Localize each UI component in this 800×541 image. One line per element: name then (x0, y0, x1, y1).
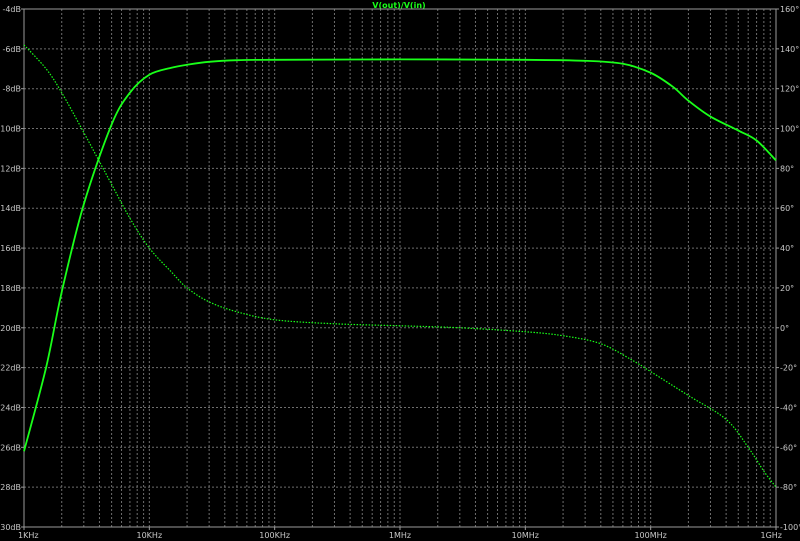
left-tick-label: -14dB (0, 204, 21, 213)
right-tick-label: 60° (780, 204, 794, 213)
x-tick-label: 100MHz (634, 531, 666, 540)
x-tick-label: 1MHz (389, 531, 411, 540)
right-tick-label: 40° (780, 244, 794, 253)
left-tick-label: -12dB (0, 164, 21, 173)
right-tick-label: 100° (780, 125, 799, 134)
right-tick-label: 160° (780, 5, 799, 14)
right-tick-label: 120° (780, 85, 799, 94)
right-tick-label: -20° (780, 364, 797, 373)
left-tick-label: -22dB (0, 364, 21, 373)
left-tick-label: -8dB (2, 85, 21, 94)
x-tick-label: 1KHz (18, 531, 39, 540)
bode-plot: V(out)/V(in) -4dB-6dB-8dB-10dB-12dB-14dB… (0, 0, 800, 541)
left-tick-label: -16dB (0, 244, 21, 253)
left-tick-label: -6dB (2, 45, 21, 54)
right-tick-label: 80° (780, 164, 794, 173)
right-tick-label: -40° (780, 403, 797, 412)
left-tick-label: -18dB (0, 284, 21, 293)
right-tick-label: -80° (780, 483, 797, 492)
right-tick-label: 0° (780, 324, 789, 333)
left-tick-label: -26dB (0, 443, 21, 452)
right-tick-label: -100° (780, 523, 800, 532)
left-tick-label: -24dB (0, 403, 21, 412)
right-tick-label: 140° (780, 45, 799, 54)
x-tick-label: 10KHz (137, 531, 163, 540)
right-tick-label: 20° (780, 284, 794, 293)
left-tick-label: -4dB (2, 5, 21, 14)
x-tick-label: 1GHz (760, 531, 782, 540)
left-tick-label: -28dB (0, 483, 21, 492)
right-tick-label: -60° (780, 443, 797, 452)
x-tick-label: 100KHz (259, 531, 290, 540)
left-tick-label: -20dB (0, 324, 21, 333)
x-tick-label: 10MHz (512, 531, 539, 540)
left-tick-label: -10dB (0, 125, 21, 134)
